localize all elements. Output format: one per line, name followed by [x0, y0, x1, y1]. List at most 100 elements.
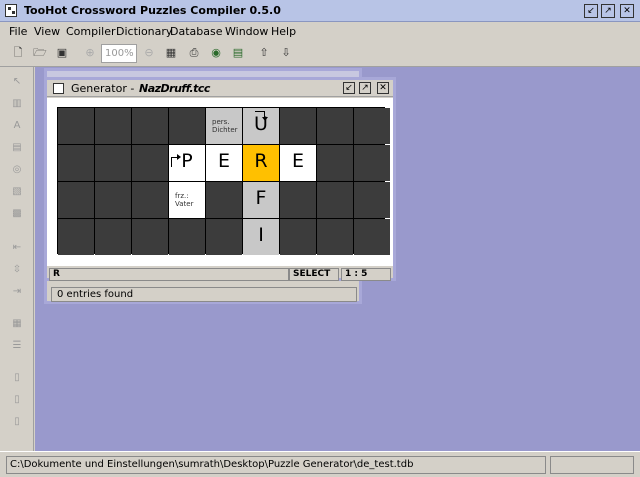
menubar: File View Compiler Dictionary Database W… [0, 22, 640, 41]
cell-clue: pers. Dichter [212, 118, 238, 134]
grid-cell[interactable]: I [243, 219, 279, 255]
menu-file[interactable]: File [9, 25, 27, 38]
grid-cell[interactable] [354, 108, 390, 144]
app-icon [5, 4, 17, 17]
export-icon[interactable]: ⇧ [256, 45, 272, 61]
grid-cell[interactable]: pers. Dichter [206, 108, 242, 144]
import-icon[interactable]: ⇩ [278, 45, 294, 61]
cell-letter: E [217, 150, 230, 172]
table-icon[interactable]: ▦ [10, 317, 24, 331]
grid-cell[interactable] [132, 182, 168, 218]
grid-icon[interactable]: ▦ [163, 45, 179, 61]
grid-cell[interactable] [206, 219, 242, 255]
dictionary-icon[interactable]: ▤ [230, 45, 246, 61]
database-path: C:\Dokumente und Einstellungen\sumrath\D… [6, 456, 546, 474]
text-icon[interactable]: A [10, 119, 24, 133]
grid-cell[interactable] [206, 182, 242, 218]
grid-cell[interactable] [58, 219, 94, 255]
grid-cell[interactable]: E [206, 145, 242, 181]
puzzle-canvas[interactable]: pers. Dichter U P E R Efrz.: Vater F I [47, 98, 393, 266]
app-title: TooHot Crossword Puzzles Compiler 0.5.0 [24, 4, 281, 17]
new-icon[interactable]: 🗋 [10, 45, 26, 61]
grid-cell[interactable] [95, 145, 131, 181]
grid-cell[interactable] [317, 219, 353, 255]
cell-clue: frz.: Vater [175, 192, 194, 208]
grid-cell[interactable] [280, 219, 316, 255]
zoom-out-icon[interactable]: ⊖ [141, 45, 157, 61]
menu-view[interactable]: View [34, 25, 60, 38]
cell-letter: E [291, 150, 304, 172]
align-right-icon[interactable]: ⇥ [10, 285, 24, 299]
grid-cell[interactable] [280, 182, 316, 218]
minimize-icon[interactable]: ↙ [584, 4, 598, 18]
grid-cell[interactable] [95, 108, 131, 144]
grid-cell[interactable] [169, 219, 205, 255]
generator-window[interactable]: Generator - NazDruff.tcc ↙ ↗ ✕ pers. Dic… [44, 77, 396, 281]
grid-cell[interactable] [58, 145, 94, 181]
grid-cell[interactable] [58, 182, 94, 218]
app-title-bar: TooHot Crossword Puzzles Compiler 0.5.0 … [0, 0, 640, 22]
grid-cell[interactable]: F [243, 182, 279, 218]
align-left-icon[interactable]: ⇤ [10, 241, 24, 255]
generator-file-name: NazDruff.tcc [139, 82, 210, 95]
zoom-input[interactable]: 100% [101, 44, 137, 63]
status-bar: C:\Dokumente und Einstellungen\sumrath\D… [0, 451, 640, 477]
col-a-icon[interactable]: ▯ [10, 371, 24, 385]
col-b-icon[interactable]: ▯ [10, 393, 24, 407]
grid-cell[interactable] [317, 145, 353, 181]
grid-cell[interactable] [58, 108, 94, 144]
status-mode: SELECT [289, 268, 339, 281]
arrow-right-icon [171, 154, 181, 167]
menu-database[interactable]: Database [170, 25, 223, 38]
grid-cell[interactable]: frz.: Vater [169, 182, 205, 218]
col-c-icon[interactable]: ▯ [10, 415, 24, 429]
entries-status: 0 entries found [51, 287, 357, 302]
generator-title: Generator - [71, 82, 135, 95]
grid-cell[interactable] [132, 108, 168, 144]
rows-icon[interactable]: ☰ [10, 339, 24, 353]
fill-icon[interactable]: ▧ [10, 185, 24, 199]
grid-cell[interactable]: R [243, 145, 279, 181]
status-extra [550, 456, 634, 474]
grid-cell[interactable] [317, 108, 353, 144]
grid-cell[interactable]: E [280, 145, 316, 181]
grid-window-icon [53, 83, 64, 94]
grid-cell[interactable] [169, 108, 205, 144]
rotate-icon[interactable]: ◎ [10, 163, 24, 177]
arrow-down-icon [255, 111, 268, 121]
maximize-icon[interactable]: ↗ [601, 4, 615, 18]
crossword-grid[interactable]: pers. Dichter U P E R Efrz.: Vater F I [57, 107, 390, 255]
pointer-icon[interactable]: ↖ [10, 75, 24, 89]
grid-cell[interactable] [354, 219, 390, 255]
menu-help[interactable]: Help [271, 25, 296, 38]
generator-title-bar[interactable]: Generator - NazDruff.tcc ↙ ↗ ✕ [47, 80, 393, 97]
globe-icon[interactable]: ◉ [208, 45, 224, 61]
grid-cell[interactable] [95, 219, 131, 255]
close-icon[interactable]: ✕ [377, 82, 389, 94]
grid-cell[interactable]: U [243, 108, 279, 144]
grid-cell[interactable] [354, 145, 390, 181]
grid-cell[interactable] [132, 145, 168, 181]
select-grid-icon[interactable]: ▩ [10, 207, 24, 221]
clue-icon[interactable]: ▤ [10, 141, 24, 155]
tool-palette: ↖ ▥ A ▤ ◎ ▧ ▩ ⇤ ⇳ ⇥ ▦ ☰ ▯ ▯ ▯ [0, 67, 34, 451]
maximize-icon[interactable]: ↗ [359, 82, 371, 94]
grid-cell[interactable] [95, 182, 131, 218]
open-icon[interactable]: 🗁 [32, 45, 48, 61]
grid-cell[interactable] [132, 219, 168, 255]
align-center-icon[interactable]: ⇳ [10, 263, 24, 277]
menu-window[interactable]: Window [225, 25, 268, 38]
close-icon[interactable]: ✕ [620, 4, 634, 18]
grid-cell[interactable] [317, 182, 353, 218]
minimize-icon[interactable]: ↙ [343, 82, 355, 94]
menu-compiler[interactable]: Compiler [66, 25, 116, 38]
grid-cell[interactable] [280, 108, 316, 144]
print-icon[interactable]: ⎙ [186, 45, 202, 61]
block-icon[interactable]: ▥ [10, 97, 24, 111]
grid-cell[interactable] [354, 182, 390, 218]
status-position: 1 : 5 [341, 268, 391, 281]
menu-dictionary[interactable]: Dictionary [116, 25, 172, 38]
grid-cell[interactable]: P [169, 145, 205, 181]
save-icon[interactable]: ▣ [54, 45, 70, 61]
zoom-in-icon[interactable]: ⊕ [82, 45, 98, 61]
